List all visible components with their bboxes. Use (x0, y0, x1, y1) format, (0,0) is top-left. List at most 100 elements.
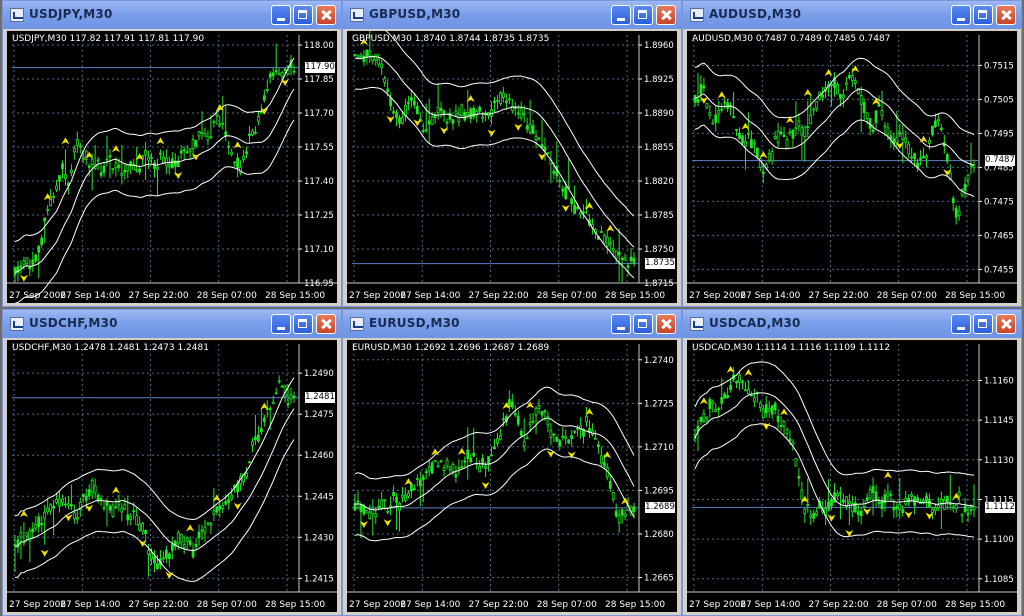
minimize-button[interactable] (951, 314, 971, 334)
candle-body (274, 70, 278, 73)
fractal-down-arrow-icon (904, 511, 913, 519)
candle-body (969, 509, 973, 512)
maximize-button[interactable] (633, 5, 653, 25)
candle-body (966, 174, 970, 181)
chart-window-gbpusd[interactable]: GBPUSD,M30 27 Sep 2006 27 Sep 14:00 27 Sep… (342, 0, 682, 307)
candle-body (785, 139, 789, 150)
candle (939, 491, 943, 530)
minimize-button[interactable] (611, 5, 631, 25)
candle-body (809, 514, 813, 518)
maximize-button[interactable] (293, 314, 313, 334)
candle (558, 439, 562, 450)
chart-window-usdchf[interactable]: USDCHF,M30 27 Sep 2006 27 Sep 14:00 27 Sep… (2, 309, 342, 616)
candle-body (386, 510, 390, 513)
candle-body (194, 140, 198, 147)
candle-body (460, 104, 464, 116)
fractal-up-arrow-icon (717, 91, 726, 99)
close-button[interactable] (656, 5, 676, 25)
maximize-button[interactable] (633, 314, 653, 334)
price-axis-label: 116.95 (304, 279, 334, 289)
candlestick-chart[interactable]: 27 Sep 200627 Sep 14:00 27 Sep 22:00 28 Se… (347, 340, 677, 612)
candle-body (720, 397, 724, 404)
maximize-button[interactable] (293, 5, 313, 25)
candle (895, 503, 899, 518)
candle-body (469, 457, 473, 463)
candle (262, 414, 266, 427)
chart-plot-area[interactable]: 27 Sep 2006 27 Sep 14:00 27 Sep 22:00 28 Se… (687, 31, 1017, 303)
candlestick-chart[interactable]: 27 Sep 200627 Sep 14:00 27 Sep 22:00 28 Se… (687, 31, 1017, 303)
maximize-button[interactable] (973, 5, 993, 25)
candle-body (599, 455, 603, 464)
close-button[interactable] (996, 5, 1016, 25)
close-button[interactable] (316, 5, 336, 25)
candle-body (167, 553, 171, 560)
candle-body (81, 493, 85, 497)
candle (43, 504, 47, 545)
candle-body (117, 501, 121, 506)
window-titlebar[interactable]: USDJPY,M30 (3, 1, 341, 29)
time-axis-label: 27 Sep 14:00 (740, 600, 800, 610)
candle-body (233, 161, 237, 164)
candle-body (93, 485, 97, 494)
candle-body (37, 516, 41, 528)
candle-body (934, 120, 937, 128)
candle-body (286, 403, 290, 406)
minimize-button[interactable] (271, 5, 291, 25)
candle (591, 423, 594, 437)
minimize-button[interactable] (951, 5, 971, 25)
candle-body (472, 452, 476, 457)
chart-window-audusd[interactable]: AUDUSD,M30 27 Sep 2006 27 Sep 14:00 27 Sep… (682, 0, 1022, 307)
candle (877, 496, 881, 507)
chart-window-usdjpy[interactable]: USDJPY,M30 27 Sep 2006 27 Sep 14:00 27 Sep… (2, 0, 342, 307)
minimize-button[interactable] (271, 314, 291, 334)
candlestick-chart[interactable]: 27 Sep 200627 Sep 14:00 27 Sep 22:00 28 Se… (7, 31, 337, 303)
candlestick-chart[interactable]: 27 Sep 200627 Sep 14:00 27 Sep 22:00 28 Se… (687, 340, 1017, 612)
candle (114, 498, 118, 510)
candle-body (735, 380, 738, 384)
chart-plot-area[interactable]: 27 Sep 2006 27 Sep 14:00 27 Sep 22:00 28 Se… (7, 340, 337, 612)
chart-plot-area[interactable]: 27 Sep 2006 27 Sep 14:00 27 Sep 22:00 28 Se… (7, 31, 337, 303)
candle-body (251, 441, 254, 446)
candle-body (81, 157, 85, 160)
candle-body (224, 131, 228, 136)
maximize-button[interactable] (973, 314, 993, 334)
candle-body (880, 110, 884, 116)
candle (433, 460, 437, 462)
candle (534, 130, 538, 149)
fractal-down-arrow-icon (19, 274, 28, 282)
candle (153, 160, 156, 178)
window-titlebar[interactable]: EURUSD,M30 (343, 310, 681, 338)
chart-window-eurusd[interactable]: EURUSD,M30 27 Sep 2006 27 Sep 14:00 27 Sep… (342, 309, 682, 616)
candle-body (957, 491, 961, 497)
chart-plot-area[interactable]: 27 Sep 2006 27 Sep 14:00 27 Sep 22:00 28 Se… (687, 340, 1017, 612)
close-button[interactable] (316, 314, 336, 334)
candle (493, 438, 496, 450)
candle-body (726, 395, 730, 398)
candle-body (280, 385, 284, 388)
candle-body (782, 420, 786, 427)
candle (129, 513, 133, 526)
chart-plot-area[interactable]: 27 Sep 2006 27 Sep 14:00 27 Sep 22:00 28 Se… (347, 340, 677, 612)
candle-body (111, 504, 115, 517)
candle-body (957, 210, 961, 217)
window-titlebar[interactable]: USDCHF,M30 (3, 310, 341, 338)
candle (889, 490, 893, 502)
chart-window-usdcad[interactable]: USDCAD,M30 27 Sep 2006 27 Sep 14:00 27 Sep… (682, 309, 1022, 616)
close-button[interactable] (656, 314, 676, 334)
candle-body (871, 129, 875, 132)
candlestick-chart[interactable]: 27 Sep 200627 Sep 14:00 27 Sep 22:00 28 Se… (7, 340, 337, 612)
close-button[interactable] (996, 314, 1016, 334)
candle-body (359, 505, 363, 512)
candlestick-chart[interactable]: 27 Sep 200627 Sep 14:00 27 Sep 22:00 28 Se… (347, 31, 677, 303)
price-axis-label: 1.8820 (644, 177, 674, 187)
candle (395, 493, 398, 530)
window-titlebar[interactable]: AUDUSD,M30 (683, 1, 1021, 29)
chart-plot-area[interactable]: 27 Sep 2006 27 Sep 14:00 27 Sep 22:00 28 Se… (347, 31, 677, 303)
candle-body (576, 427, 580, 430)
candle-body (504, 100, 508, 104)
window-titlebar[interactable]: USDCAD,M30 (683, 310, 1021, 338)
minimize-button[interactable] (611, 314, 631, 334)
candle (738, 370, 741, 391)
time-axis-label: 28 Sep 15:00 (945, 291, 1005, 301)
window-titlebar[interactable]: GBPUSD,M30 (343, 1, 681, 29)
